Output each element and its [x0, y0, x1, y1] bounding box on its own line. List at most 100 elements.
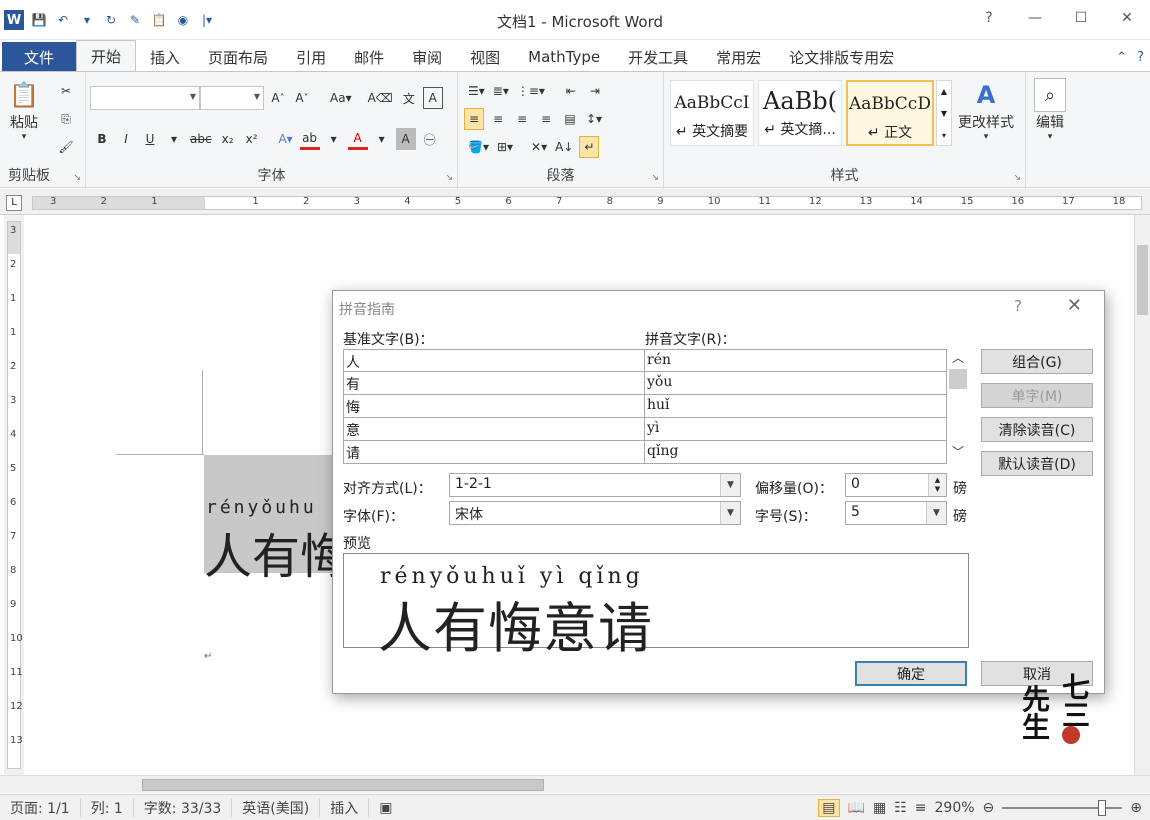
strikethrough-icon[interactable]: abc: [188, 128, 214, 150]
stepper-arrows-icon[interactable]: ▲ ▼: [928, 474, 946, 496]
text-effects-icon[interactable]: A▾: [276, 128, 296, 150]
size-select[interactable]: 5 ▼: [845, 501, 947, 525]
style-english-abstract-2[interactable]: AaBb( ↵ 英文摘...: [758, 80, 842, 146]
chevron-down-icon[interactable]: ﹀: [947, 443, 969, 461]
subscript-icon[interactable]: x₂: [218, 128, 238, 150]
grow-font-icon[interactable]: A ˄: [268, 87, 288, 109]
zoom-level[interactable]: 290%: [935, 800, 975, 816]
align-left-icon[interactable]: ≡: [464, 108, 484, 130]
style-english-abstract[interactable]: AaBbCcI ↵ 英文摘要: [670, 80, 754, 146]
phonetic-guide-icon[interactable]: 文: [399, 87, 419, 109]
ok-button[interactable]: 确定: [855, 661, 967, 686]
document-text[interactable]: 人有悔: [204, 517, 334, 587]
shrink-font-icon[interactable]: A ˅: [292, 87, 312, 109]
base-text-cell[interactable]: 人: [343, 349, 645, 372]
tab-developer[interactable]: 开发工具: [614, 42, 702, 72]
character-shading-icon[interactable]: A: [395, 128, 416, 150]
clear-formatting-icon[interactable]: A⌫: [366, 87, 395, 109]
chevron-up-icon[interactable]: ︿: [947, 349, 969, 367]
font-size-combo[interactable]: ▼: [200, 86, 264, 110]
draft-icon[interactable]: ≡: [915, 800, 927, 816]
tab-insert[interactable]: 插入: [136, 42, 194, 72]
close-button[interactable]: ✕: [1104, 0, 1150, 36]
dialog-close-button[interactable]: ✕: [1067, 295, 1082, 316]
dialog-launcher-icon[interactable]: ↘: [445, 173, 453, 183]
copy-icon[interactable]: ⎘: [56, 108, 76, 130]
tab-page-layout[interactable]: 页面布局: [194, 42, 282, 72]
line-spacing-icon[interactable]: ↕▾: [584, 108, 604, 130]
chevron-down-icon[interactable]: ▾: [372, 128, 392, 150]
align-center-icon[interactable]: ≡: [488, 108, 508, 130]
page-indicator[interactable]: 页面: 1/1: [0, 798, 81, 817]
styles-scroll[interactable]: ▲ ▼ ▾: [936, 80, 952, 146]
cut-icon[interactable]: ✂: [56, 80, 76, 102]
dialog-launcher-icon[interactable]: ↘: [651, 173, 659, 183]
word-count[interactable]: 字数: 33/33: [134, 798, 233, 817]
chevron-down-icon[interactable]: ▾: [324, 128, 344, 150]
scroll-thumb[interactable]: [949, 369, 967, 389]
grid-scrollbar[interactable]: ︿ ﹀: [947, 349, 969, 464]
show-marks-icon[interactable]: ↵: [579, 136, 600, 158]
borders-icon[interactable]: ⊞▾: [495, 136, 515, 158]
dialog-launcher-icon[interactable]: ↘: [73, 173, 81, 183]
tab-review[interactable]: 审阅: [398, 42, 456, 72]
font-color-icon[interactable]: A: [347, 128, 368, 150]
zoom-slider[interactable]: [1002, 799, 1123, 816]
tab-thesis-macros[interactable]: 论文排版专用宏: [775, 42, 908, 72]
macro-record-icon[interactable]: ▣: [369, 799, 402, 817]
default-pinyin-button[interactable]: 默认读音(D): [981, 451, 1093, 476]
clear-pinyin-button[interactable]: 清除读音(C): [981, 417, 1093, 442]
tab-mailings[interactable]: 邮件: [340, 42, 398, 72]
horizontal-ruler[interactable]: L 3 2 1 1 2 3 4 5 6 7 8 9 10 11 12 13 14 15 16 17 18: [0, 189, 1150, 215]
numbering-icon[interactable]: ≣▾: [491, 80, 511, 102]
scroll-thumb[interactable]: [1137, 245, 1148, 315]
language-indicator[interactable]: 英语(美国): [232, 798, 321, 817]
tab-view[interactable]: 视图: [456, 42, 514, 72]
base-text-cell[interactable]: 意: [343, 418, 645, 441]
change-styles-button[interactable]: A 更改样式 ▾: [958, 78, 1014, 142]
tab-common-macros[interactable]: 常用宏: [702, 42, 775, 72]
sort-icon[interactable]: A↓: [553, 136, 575, 158]
zoom-out-icon[interactable]: ⊖: [983, 800, 995, 816]
character-border-icon[interactable]: A: [422, 87, 443, 109]
column-indicator[interactable]: 列: 1: [81, 798, 134, 817]
base-text-cell[interactable]: 有: [343, 372, 645, 395]
alignment-select[interactable]: 1-2-1 ▼: [449, 473, 741, 497]
italic-icon[interactable]: I: [116, 128, 136, 150]
pinyin-text-cell[interactable]: qǐng: [645, 441, 947, 464]
vertical-scrollbar[interactable]: [1134, 215, 1150, 775]
enclose-characters-icon[interactable]: ㊀: [420, 128, 440, 150]
pinyin-text-cell[interactable]: huǐ: [645, 395, 947, 418]
single-char-button[interactable]: 单字(M): [981, 383, 1093, 408]
zoom-in-icon[interactable]: ⊕: [1130, 800, 1142, 816]
pinyin-text-cell[interactable]: rén: [645, 349, 947, 372]
tab-home[interactable]: 开始: [76, 40, 137, 72]
distributed-icon[interactable]: ▤: [560, 108, 580, 130]
help-icon[interactable]: ?: [1137, 50, 1144, 65]
base-text-cell[interactable]: 请: [343, 441, 645, 464]
superscript-icon[interactable]: x²: [242, 128, 262, 150]
print-layout-icon[interactable]: ▤: [818, 798, 840, 817]
horizontal-scrollbar[interactable]: [0, 775, 1150, 793]
offset-stepper[interactable]: 0 ▲ ▼: [845, 473, 947, 497]
vertical-ruler[interactable]: 3 2 1 1 2 3 4 5 6 7 8 9 10 11 12 13: [4, 215, 24, 775]
full-screen-reading-icon[interactable]: 📖: [848, 800, 865, 816]
base-text-cell[interactable]: 悔: [343, 395, 645, 418]
style-normal[interactable]: AaBbCcD ↵ 正文: [846, 80, 934, 146]
zoom-slider-knob[interactable]: [1098, 799, 1107, 816]
increase-indent-icon[interactable]: ⇥: [585, 80, 605, 102]
insert-mode[interactable]: 插入: [320, 798, 370, 817]
font-name-combo[interactable]: ▼: [90, 86, 200, 110]
tab-file[interactable]: 文件: [2, 42, 77, 72]
pinyin-text-cell[interactable]: yǒu: [645, 372, 947, 395]
pinyin-text-cell[interactable]: yì: [645, 418, 947, 441]
scroll-thumb[interactable]: [142, 779, 544, 791]
bullets-icon[interactable]: ☰▾: [466, 80, 487, 102]
dialog-launcher-icon[interactable]: ↘: [1013, 173, 1021, 183]
chinese-layout-icon[interactable]: ✕▾: [529, 136, 549, 158]
dialog-help-button[interactable]: ?: [1014, 297, 1022, 315]
outline-icon[interactable]: ☷: [894, 800, 907, 816]
font-select[interactable]: 宋体 ▼: [449, 501, 741, 525]
minimize-button[interactable]: —: [1012, 0, 1058, 36]
justify-icon[interactable]: ≡: [536, 108, 556, 130]
